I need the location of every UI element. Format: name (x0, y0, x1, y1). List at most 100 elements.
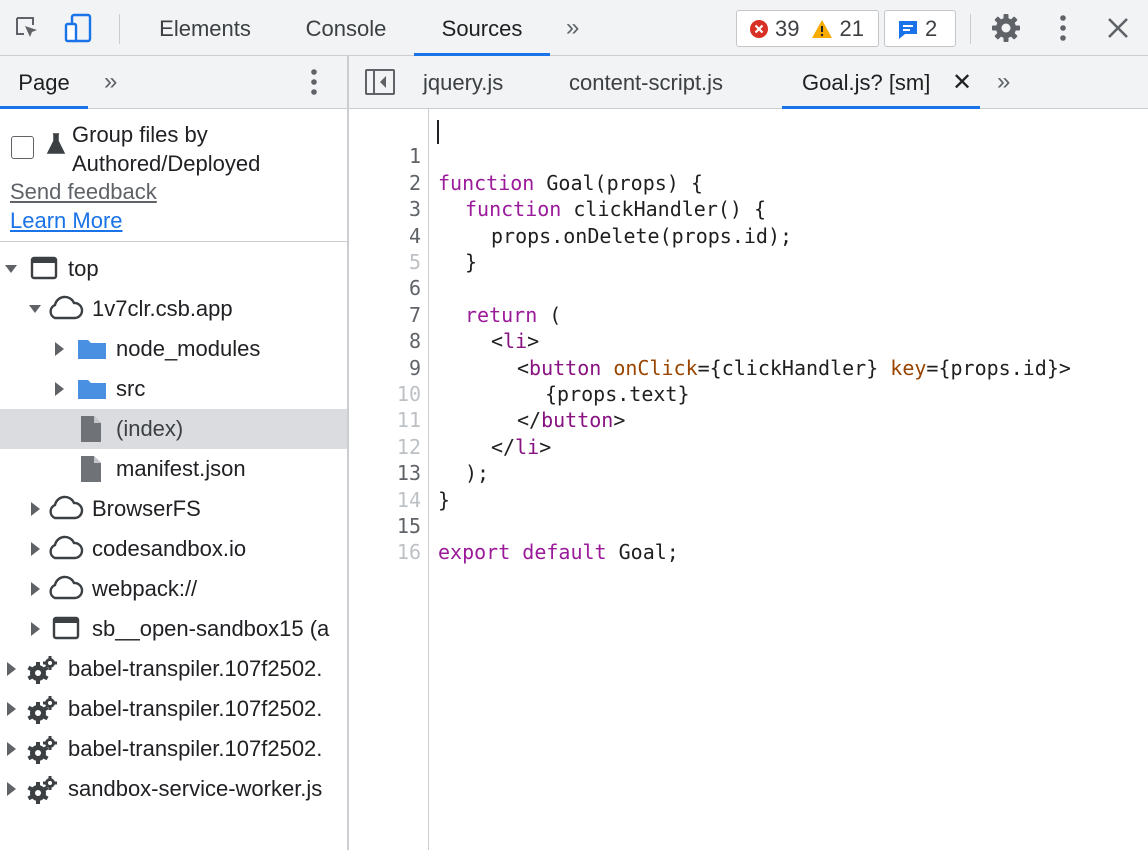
more-tabs-button[interactable]: » (566, 14, 579, 42)
tab-goal-js[interactable]: Goal.js? [sm] ✕ (782, 56, 980, 109)
tree-item-frame[interactable]: top (0, 249, 347, 289)
tree-item-label: node_modules (116, 336, 261, 361)
gears-icon (26, 734, 58, 772)
messages-counter[interactable]: 2 (884, 10, 956, 47)
code-line: 9 {props.text} (349, 328, 1148, 406)
warning-count: 21 (839, 15, 864, 41)
cloud-icon (46, 494, 84, 528)
inspect-element-icon[interactable] (9, 10, 45, 46)
tree-item-file[interactable]: (index) (0, 409, 347, 449)
more-options-icon[interactable] (1045, 10, 1081, 46)
keyword: default (522, 540, 607, 565)
more-editor-tabs-button[interactable]: » (997, 68, 1010, 96)
tab-page[interactable]: Page (0, 56, 88, 109)
warning-icon (811, 19, 833, 39)
tree-item-domain[interactable]: BrowserFS (0, 489, 347, 529)
code-line: 14 (349, 460, 1148, 512)
settings-gear-icon[interactable] (988, 10, 1024, 46)
collapsed-triangle-icon (4, 739, 18, 759)
tree-item-label: manifest.json (116, 456, 246, 481)
close-tab-icon[interactable]: ✕ (952, 56, 972, 110)
cloud-icon (46, 574, 84, 608)
file-navigator: Page » Group files by Authored/Deployed … (0, 56, 347, 850)
code-line: 11 </li> (349, 381, 1148, 458)
navigator-menu-icon[interactable] (310, 68, 318, 101)
message-count: 2 (925, 15, 938, 41)
code-line: 15 export default Goal; (349, 487, 1148, 564)
issues-counter[interactable]: 39 21 (736, 10, 879, 47)
close-devtools-icon[interactable] (1100, 10, 1136, 46)
file-icon (78, 414, 104, 450)
toggle-navigator-icon[interactable] (364, 68, 396, 101)
cloud-icon (46, 534, 84, 568)
group-files-label: Group files by Authored/Deployed (72, 122, 261, 176)
tree-item-label: sandbox-service-worker.js (68, 776, 323, 801)
gears-icon (26, 774, 58, 812)
tab-goal-js-label: Goal.js? [sm] (802, 70, 931, 95)
devtools-toolbar: Elements Console Sources » 39 21 2 (0, 0, 1148, 56)
collapsed-triangle-icon (28, 499, 42, 519)
keyword: export (438, 540, 511, 565)
collapsed-triangle-icon (52, 379, 66, 399)
tab-jquery-js[interactable]: jquery.js (423, 56, 535, 109)
tree-item-domain[interactable]: codesandbox.io (0, 529, 347, 569)
frame-icon (52, 614, 80, 648)
collapsed-triangle-icon (4, 699, 18, 719)
frame-icon (30, 254, 58, 288)
editor-tabbar: jquery.js content-script.js Goal.js? [sm… (349, 56, 1148, 109)
navigator-more-tabs-button[interactable]: » (104, 68, 117, 96)
gears-icon (26, 654, 58, 692)
code-line: 4 } (349, 196, 1148, 274)
tree-item-folder[interactable]: node_modules (0, 329, 347, 369)
experiment-flask-icon (46, 133, 66, 160)
code-line: 12 ); (349, 407, 1148, 485)
tab-content-script-js[interactable]: content-script.js (569, 56, 759, 109)
tree-item-label: 1v7clr.csb.app (92, 296, 233, 321)
cloud-icon (46, 294, 84, 328)
code-line: 1 function Goal(props) { (349, 117, 1148, 194)
folder-icon (76, 334, 108, 368)
tree-item-domain[interactable]: webpack:// (0, 569, 347, 609)
tab-sources[interactable]: Sources (414, 0, 550, 56)
tree-item-worker[interactable]: babel-transpiler.107f2502. (0, 729, 347, 769)
tree-item-frame[interactable]: sb__open-sandbox15 (a (0, 609, 347, 649)
group-files-checkbox[interactable] (11, 136, 34, 159)
tree-item-worker[interactable]: sandbox-service-worker.js (0, 769, 347, 809)
navigator-header: Page » (0, 56, 347, 109)
tree-item-label: babel-transpiler.107f2502. (68, 736, 323, 761)
tree-item-label: top (68, 256, 99, 281)
tree-item-label: src (116, 376, 146, 401)
collapsed-triangle-icon (4, 659, 18, 679)
tree-item-label: (index) (116, 416, 184, 441)
tree-item-label: babel-transpiler.107f2502. (68, 696, 323, 721)
collapsed-triangle-icon (28, 619, 42, 639)
tree-item-worker[interactable]: babel-transpiler.107f2502. (0, 689, 347, 729)
tree-item-domain[interactable]: 1v7clr.csb.app (0, 289, 347, 329)
expanded-triangle-icon (28, 299, 42, 319)
navigator-divider (0, 241, 347, 242)
collapsed-triangle-icon (52, 339, 66, 359)
send-feedback-link[interactable]: Send feedback (10, 177, 157, 206)
code-line: 5 (349, 223, 1148, 274)
error-icon (749, 19, 769, 39)
tree-item-label: webpack:// (92, 576, 198, 601)
code-editor[interactable]: 1 function Goal(props) { 2 function clic… (349, 109, 1148, 850)
toolbar-divider (970, 14, 971, 44)
tree-item-label: codesandbox.io (92, 536, 247, 561)
tab-elements[interactable]: Elements (143, 0, 267, 56)
tree-item-label: babel-transpiler.107f2502. (68, 656, 323, 681)
code-line: 8 <button onClick={clickHandler} key={pr… (349, 302, 1148, 379)
tab-console[interactable]: Console (287, 0, 405, 56)
folder-icon (76, 374, 108, 408)
code-line: 6 return ( (349, 249, 1148, 326)
device-toolbar-icon[interactable] (61, 10, 97, 46)
tree-item-file[interactable]: manifest.json (0, 449, 347, 489)
tree-item-worker[interactable]: babel-transpiler.107f2502. (0, 649, 347, 689)
tree-item-label: BrowserFS (92, 496, 201, 521)
collapsed-triangle-icon (28, 579, 42, 599)
collapsed-triangle-icon (4, 779, 18, 799)
file-icon (78, 454, 104, 490)
learn-more-link[interactable]: Learn More (10, 206, 123, 235)
tree-item-folder[interactable]: src (0, 369, 347, 409)
code-text: Goal; (606, 540, 679, 565)
